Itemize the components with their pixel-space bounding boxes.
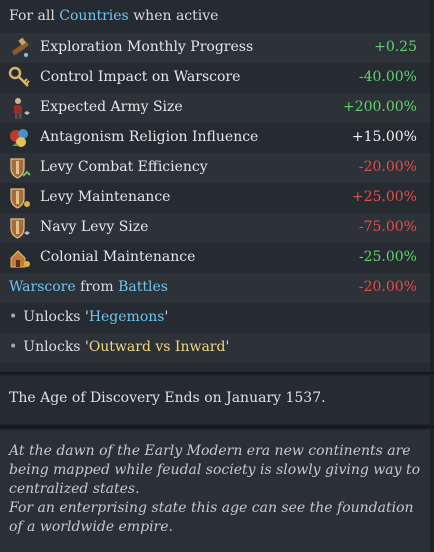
outward-vs-inward-link[interactable]: Outward vs Inward	[89, 339, 226, 355]
age-tooltip: For all Countries when active Exploratio…	[0, 0, 434, 552]
bullet-icon: •	[9, 339, 18, 355]
modifier-row: Antagonism Religion Influence +15.00%	[0, 123, 430, 153]
colony-icon	[10, 250, 30, 268]
hegemons-link[interactable]: Hegemons	[89, 309, 165, 325]
modifier-value: -20.00%	[358, 159, 417, 175]
modifier-label: Navy Levy Size	[40, 219, 149, 235]
modifier-label: Expected Army Size	[40, 99, 183, 115]
age-end-text: The Age of Discovery Ends on January 153…	[9, 390, 326, 406]
battles-link[interactable]: Battles	[118, 279, 168, 295]
soldier-icon	[14, 98, 30, 119]
modifier-row: Control Impact on Warscore -40.00%	[0, 63, 430, 93]
age-description: At the dawn of the Early Modern era new …	[0, 430, 430, 552]
spyglass-icon	[11, 37, 29, 57]
levy-shield-icon	[10, 218, 30, 239]
modifier-row: Navy Levy Size -75.00%	[0, 213, 430, 243]
modifier-value: +200.00%	[342, 99, 417, 115]
description-paragraph: At the dawn of the Early Modern era new …	[9, 443, 421, 497]
modifier-row: Colonial Maintenance -25.00%	[0, 243, 430, 273]
unlock-outward-vs-inward: • Unlocks 'Outward vs Inward'	[0, 333, 430, 363]
levy-shield-icon	[10, 158, 31, 179]
modifier-label: Antagonism Religion Influence	[40, 129, 259, 145]
warscore-value: -20.00%	[358, 279, 417, 295]
modifier-value: -75.00%	[358, 219, 417, 235]
description-paragraph: For an enterprising state this age can s…	[9, 500, 414, 535]
warscore-link[interactable]: Warscore	[9, 279, 76, 295]
countries-link[interactable]: Countries	[59, 8, 128, 24]
warscore-row: Warscore from Battles -20.00%	[0, 273, 430, 303]
age-end-section: The Age of Discovery Ends on January 153…	[0, 376, 430, 424]
modifier-value: +15.00%	[351, 129, 417, 145]
modifiers-heading: For all Countries when active	[9, 8, 219, 24]
modifier-row: Expected Army Size +200.00%	[0, 93, 430, 123]
modifier-label: Exploration Monthly Progress	[40, 39, 254, 55]
religion-icon	[10, 129, 28, 147]
modifier-row: Exploration Monthly Progress +0.25	[0, 33, 430, 63]
divider	[0, 372, 434, 374]
modifier-label: Control Impact on Warscore	[40, 69, 241, 85]
key-icon	[8, 66, 30, 87]
divider	[0, 426, 434, 428]
modifier-label: Colonial Maintenance	[40, 249, 196, 265]
modifier-label: Levy Maintenance	[40, 189, 171, 205]
unlock-hegemons: • Unlocks 'Hegemons'	[9, 309, 169, 325]
modifiers-section: For all Countries when active Exploratio…	[0, 0, 430, 372]
modifier-value: -40.00%	[358, 69, 417, 85]
modifier-value: -25.00%	[358, 249, 417, 265]
levy-shield-icon	[10, 188, 30, 209]
modifier-label: Levy Combat Efficiency	[40, 159, 208, 175]
bullet-icon: •	[9, 309, 18, 325]
modifier-row: Levy Maintenance +25.00%	[0, 183, 430, 213]
modifier-value: +0.25	[374, 39, 417, 55]
modifier-row: Levy Combat Efficiency -20.00%	[0, 153, 430, 183]
modifier-value: +25.00%	[351, 189, 417, 205]
